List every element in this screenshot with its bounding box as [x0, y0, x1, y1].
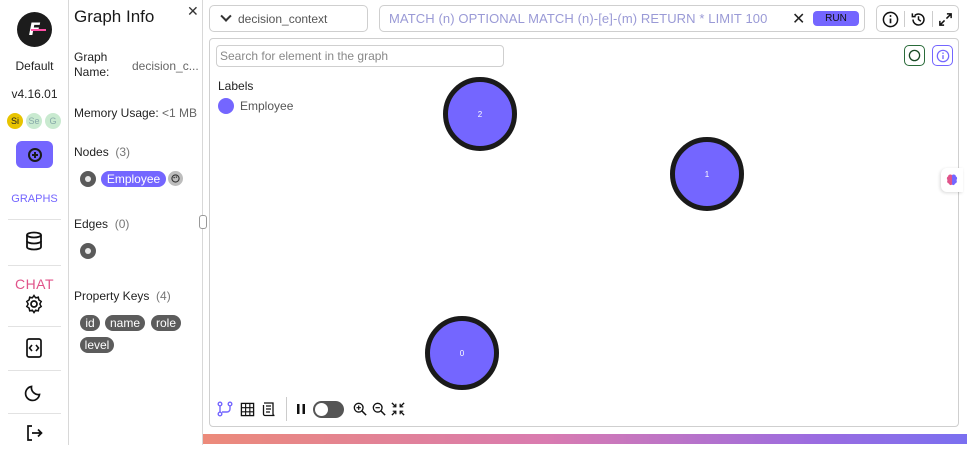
- brain-icon[interactable]: [941, 168, 963, 192]
- chevron-down-icon: [220, 10, 232, 22]
- nodes-label: Nodes (3): [74, 145, 130, 159]
- query-editor[interactable]: MATCH (n) OPTIONAL MATCH (n)-[e]-(m) RET…: [379, 5, 865, 32]
- labels-title: Labels: [218, 79, 254, 93]
- property-keys-label-text: Property Keys: [74, 289, 150, 303]
- clear-query-icon[interactable]: ✕: [792, 9, 805, 29]
- divider: [8, 265, 61, 266]
- memory-label: Memory Usage:: [74, 106, 159, 120]
- chat-nav-label[interactable]: CHAT: [0, 276, 69, 292]
- graph-info-panel: Graph Info ✕ Graph Name: decision_c... M…: [69, 0, 203, 445]
- animation-toggle[interactable]: [313, 400, 344, 418]
- all-nodes-chip[interactable]: [80, 171, 96, 187]
- property-key-chip[interactable]: id: [80, 315, 100, 331]
- plus-circle-icon: [27, 147, 42, 162]
- graph-name-label: Graph Name:: [74, 50, 110, 79]
- edges-label-text: Edges: [74, 217, 109, 231]
- nodes-label-text: Nodes: [74, 145, 109, 159]
- circle-shape-button[interactable]: [904, 45, 925, 66]
- app-version: v4.16.01: [11, 87, 58, 101]
- gear-icon[interactable]: [22, 292, 46, 316]
- moon-icon[interactable]: [22, 380, 46, 404]
- zoom-in-icon[interactable]: [350, 399, 369, 419]
- expand-icon[interactable]: [936, 10, 954, 28]
- canvas-toolbar: [214, 397, 407, 421]
- divider: [8, 326, 61, 327]
- pause-icon[interactable]: [293, 399, 309, 419]
- edges-label: Edges (0): [74, 217, 129, 231]
- graph-name-value: decision_c...: [132, 59, 199, 73]
- property-key-chip[interactable]: role: [151, 315, 181, 331]
- avatar[interactable]: Se: [26, 113, 42, 129]
- info-icon[interactable]: [932, 45, 953, 66]
- memory-value: <1 MB: [162, 106, 198, 120]
- avatar[interactable]: Si: [7, 113, 23, 129]
- graph-select-value: decision_context: [238, 11, 328, 26]
- metadata-view-icon[interactable]: [258, 399, 280, 419]
- graph-view-icon[interactable]: [214, 399, 236, 419]
- divider: [904, 11, 905, 27]
- table-view-icon[interactable]: [236, 399, 258, 419]
- info-icon[interactable]: [881, 10, 899, 28]
- zoom-out-icon[interactable]: [369, 399, 388, 419]
- property-keys-label: Property Keys (4): [74, 289, 171, 303]
- divider: [8, 219, 61, 220]
- graph-search-input[interactable]: [216, 45, 504, 67]
- graph-node[interactable]: 2: [443, 77, 517, 151]
- left-rail: F Default v4.16.01 Si Se G GRAPHS CHAT: [0, 0, 69, 445]
- query-text[interactable]: MATCH (n) OPTIONAL MATCH (n)-[e]-(m) RET…: [389, 11, 767, 26]
- run-button[interactable]: RUN: [813, 11, 859, 26]
- graphs-nav-label[interactable]: GRAPHS: [0, 193, 69, 205]
- divider: [286, 397, 287, 421]
- legend-swatch: [218, 98, 234, 114]
- logout-icon[interactable]: [22, 421, 46, 445]
- graph-canvas[interactable]: Labels Employee 2 1 0: [209, 38, 959, 427]
- close-icon[interactable]: ✕: [187, 3, 199, 20]
- all-edges-chip[interactable]: [80, 243, 96, 259]
- panel-resize-handle[interactable]: [199, 215, 207, 229]
- decorative-gradient-bar: [203, 434, 967, 444]
- history-icon[interactable]: [909, 10, 927, 28]
- property-key-chip[interactable]: level: [80, 337, 114, 353]
- user-avatars: Si Se G: [7, 113, 61, 129]
- graph-node[interactable]: 0: [425, 316, 499, 390]
- divider: [8, 370, 61, 371]
- divider: [932, 11, 933, 27]
- code-file-icon[interactable]: [22, 336, 46, 360]
- logo-letter: F: [28, 19, 46, 40]
- chat-label-text: CHAT: [14, 276, 55, 292]
- app-logo[interactable]: F: [17, 12, 52, 47]
- top-tools: [876, 5, 959, 32]
- create-graph-button[interactable]: [16, 141, 53, 168]
- panel-title: Graph Info: [74, 7, 155, 26]
- database-icon[interactable]: [22, 229, 46, 253]
- property-keys-count: (4): [156, 289, 171, 303]
- legend-label: Employee: [240, 99, 294, 113]
- palette-icon[interactable]: [168, 171, 183, 186]
- divider: [8, 413, 61, 414]
- graph-select[interactable]: decision_context: [209, 5, 368, 32]
- nodes-count: (3): [115, 145, 131, 159]
- center-graph-icon[interactable]: [388, 399, 407, 419]
- avatar[interactable]: G: [45, 113, 61, 129]
- workspace-name[interactable]: Default: [0, 59, 69, 73]
- property-key-chip[interactable]: name: [105, 315, 145, 331]
- graph-node[interactable]: 1: [670, 137, 744, 211]
- node-label-chip[interactable]: Employee: [101, 171, 166, 187]
- legend-item[interactable]: Employee: [218, 98, 293, 114]
- edges-count: (0): [114, 217, 130, 231]
